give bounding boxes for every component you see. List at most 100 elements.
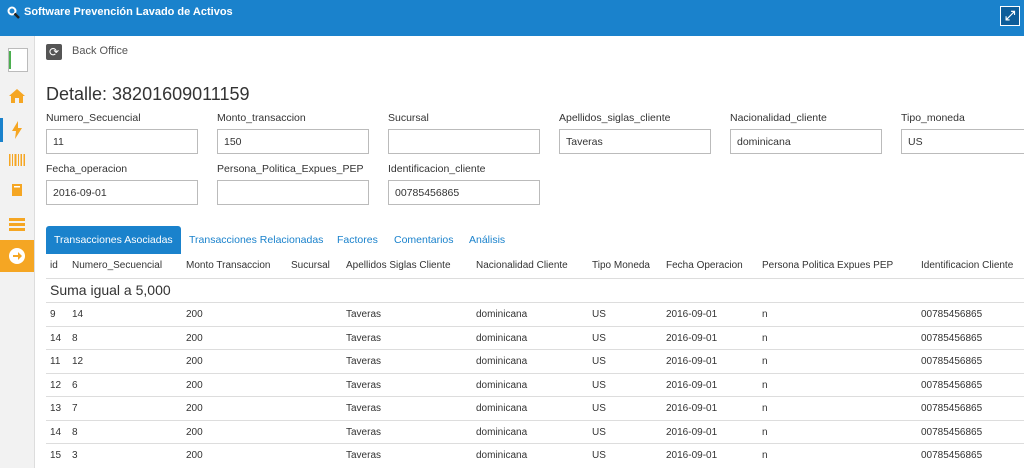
col-nacionalidad-cell: dominicana [476, 332, 528, 344]
tab-analisis[interactable]: Análisis [469, 226, 505, 254]
expand-icon[interactable]: ⤢ [1000, 6, 1020, 26]
sucursal-field[interactable] [388, 129, 540, 154]
col-nacionalidad-cell: dominicana [476, 450, 528, 461]
group-label: Suma igual a 5,000 [50, 282, 171, 298]
persona-politica-field[interactable] [217, 180, 369, 205]
fecha-operacion-field[interactable] [46, 180, 198, 205]
tab-comentarios[interactable]: Comentarios [394, 226, 454, 254]
col-monto-cell: 200 [186, 332, 203, 344]
col-apellidos-cell: Taveras [346, 426, 382, 438]
col-apellidos-cell: Taveras [346, 309, 382, 320]
apellidos-label: Apellidos_siglas_cliente [559, 112, 671, 124]
col-nacionalidad-cell: dominicana [476, 309, 528, 320]
tipo-moneda-label: Tipo_moneda [901, 112, 965, 124]
sucursal-label: Sucursal [388, 112, 429, 124]
col-identificacion-cell: 00785456865 [921, 309, 983, 320]
col-pep-cell: n [762, 309, 768, 320]
sidebar-list[interactable] [0, 208, 34, 240]
tab-factores[interactable]: Factores [337, 226, 378, 254]
col-apellidos-cell: Taveras [346, 332, 382, 344]
col-id-cell: 12 [50, 379, 62, 391]
col-identificacion-cell: 00785456865 [921, 426, 983, 438]
col-monto-header[interactable]: Monto Transaccion [186, 260, 271, 271]
table-row[interactable]: 11 12 200 Taveras dominicana US 2016-09-01 n 007… [46, 349, 1024, 373]
numero-secuencial-field[interactable] [46, 129, 198, 154]
persona-politica-label: Persona_Politica_Expues_PEP [217, 163, 364, 175]
col-tipo-moneda-cell: US [592, 426, 606, 438]
arrow-right-icon [9, 248, 25, 264]
col-pep-cell: n [762, 379, 768, 391]
identificacion-field[interactable] [388, 180, 540, 205]
col-identificacion-header[interactable]: Identificacion Cliente [921, 260, 1013, 271]
col-id-cell: 15 [50, 450, 62, 461]
col-nacionalidad-header[interactable]: Nacionalidad Cliente [476, 260, 568, 271]
sidebar-book[interactable] [0, 174, 34, 206]
monto-transaccion-field[interactable] [217, 129, 369, 154]
tab-transacciones-relacionadas[interactable]: Transacciones Relacionadas [189, 226, 323, 254]
breadcrumb[interactable]: Back Office [72, 45, 128, 57]
col-tipo-moneda-cell: US [592, 450, 606, 461]
tab-transacciones-asociadas[interactable]: Transacciones Asociadas [46, 226, 181, 254]
col-monto-cell: 200 [186, 309, 203, 320]
list-icon [9, 218, 25, 231]
table-row[interactable]: 9 14 200 Taveras dominicana US 2016-09-01 n 0078… [46, 302, 1024, 326]
apellidos-field[interactable] [559, 129, 711, 154]
col-tipo-moneda-cell: US [592, 403, 606, 414]
col-apellidos-cell: Taveras [346, 403, 382, 414]
home-icon [9, 89, 25, 103]
col-fecha-cell: 2016-09-01 [666, 379, 718, 391]
col-numero-secuencial-cell: 8 [72, 426, 78, 438]
sidebar-transactions[interactable] [0, 114, 34, 146]
table-row[interactable]: 12 6 200 Taveras dominicana US 2016-09-01 n 0078… [46, 372, 1024, 397]
refresh-icon[interactable]: ⟳ [46, 44, 62, 60]
col-monto-cell: 200 [186, 450, 203, 461]
col-numero-secuencial-cell: 12 [72, 356, 84, 367]
col-identificacion-cell: 00785456865 [921, 356, 983, 367]
sidebar-arrow[interactable] [0, 240, 34, 272]
fecha-operacion-label: Fecha_operacion [46, 163, 128, 175]
lightning-icon [12, 121, 22, 139]
col-pep-header[interactable]: Persona Politica Expues PEP [762, 260, 893, 271]
tipo-moneda-field[interactable] [901, 129, 1024, 154]
col-fecha-cell: 2016-09-01 [666, 403, 718, 414]
col-monto-cell: 200 [186, 426, 203, 438]
table-row[interactable]: 14 8 200 Taveras dominicana US 2016-09-01 n 0078… [46, 325, 1024, 350]
barcode-icon [9, 154, 25, 166]
col-fecha-cell: 2016-09-01 [666, 332, 718, 344]
col-id-cell: 9 [50, 309, 56, 320]
col-pep-cell: n [762, 426, 768, 438]
col-id-header[interactable]: id [50, 260, 58, 271]
col-tipo-moneda-cell: US [592, 379, 606, 391]
col-sucursal-header[interactable]: Sucursal [291, 260, 330, 271]
sidebar-barcode[interactable] [0, 144, 34, 176]
monto-transaccion-label: Monto_transaccion [217, 112, 306, 124]
table-row[interactable]: 15 3 200 Taveras dominicana US 2016-09-01 n 0078… [46, 443, 1024, 467]
col-tipo-moneda-cell: US [592, 356, 606, 367]
col-fecha-cell: 2016-09-01 [666, 356, 718, 367]
col-id-cell: 13 [50, 403, 62, 414]
col-tipo-moneda-header[interactable]: Tipo Moneda [592, 260, 650, 271]
table-row[interactable]: 14 8 200 Taveras dominicana US 2016-09-01 n 0078… [46, 419, 1024, 444]
col-pep-cell: n [762, 403, 768, 414]
table-row[interactable]: 13 7 200 Taveras dominicana US 2016-09-01 n 0078… [46, 396, 1024, 420]
col-pep-cell: n [762, 332, 768, 344]
col-numero-secuencial-cell: 7 [72, 403, 78, 414]
col-apellidos-header[interactable]: Apellidos Siglas Cliente [346, 260, 451, 271]
col-identificacion-cell: 00785456865 [921, 403, 983, 414]
sidebar-user[interactable] [0, 40, 34, 74]
col-id-cell: 11 [50, 356, 61, 367]
table-header: id Numero_Secuencial Monto Transaccion Sucu… [46, 254, 1024, 279]
sidebar-home[interactable] [0, 80, 34, 112]
col-numero-secuencial-header[interactable]: Numero_Secuencial [72, 260, 162, 271]
col-fecha-header[interactable]: Fecha Operacion [666, 260, 743, 271]
col-identificacion-cell: 00785456865 [921, 450, 983, 461]
col-identificacion-cell: 00785456865 [921, 332, 983, 344]
nacionalidad-field[interactable] [730, 129, 882, 154]
sidebar [0, 36, 35, 468]
col-apellidos-cell: Taveras [346, 379, 382, 391]
col-fecha-cell: 2016-09-01 [666, 426, 718, 438]
page-title: Detalle: 38201609011159 [46, 84, 250, 104]
col-tipo-moneda-cell: US [592, 332, 606, 344]
col-pep-cell: n [762, 450, 768, 461]
col-numero-secuencial-cell: 6 [72, 379, 78, 391]
